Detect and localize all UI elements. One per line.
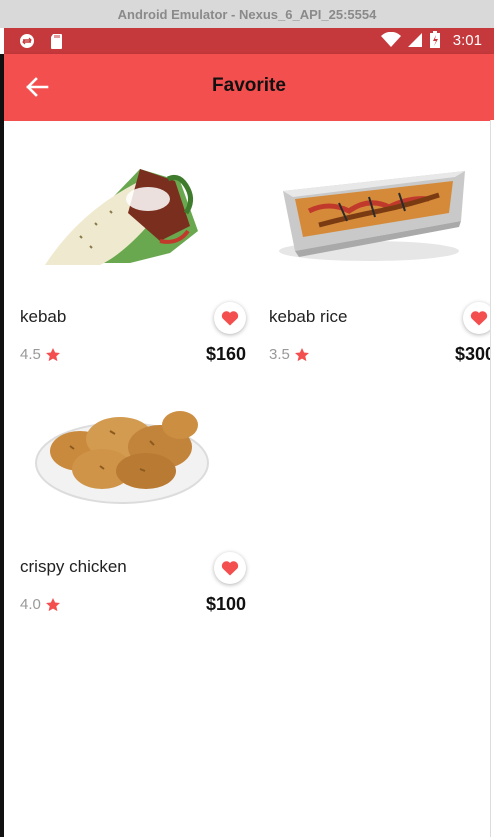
kebab-wrap-image <box>45 169 198 265</box>
food-card[interactable]: crispy chicken 4.0 $100 <box>20 391 246 636</box>
food-card[interactable]: kebab rice 3.5 $300 <box>269 141 494 386</box>
rating: 4.0 <box>20 596 61 613</box>
window-edge <box>490 120 494 837</box>
window-title: Android Emulator - Nexus_6_API_25:5554 <box>0 0 494 28</box>
item-price: $100 <box>205 594 246 614</box>
sync-icon <box>20 34 34 48</box>
star-icon <box>45 597 60 611</box>
clock: 3:01 <box>452 31 482 49</box>
sd-card-icon <box>51 34 62 49</box>
item-price: $160 <box>205 344 246 364</box>
wifi-icon <box>380 32 401 47</box>
item-name: kebab rice <box>269 307 348 326</box>
favorites-grid: kebab 4.5 $160 kebab rice 3.5 $300 crisp… <box>4 121 494 837</box>
battery-icon <box>429 31 440 48</box>
status-bar: 3:01 <box>4 28 494 54</box>
rating-value: 4.0 <box>20 596 41 613</box>
fried-chicken-plate-image <box>35 411 209 504</box>
star-icon <box>45 347 60 361</box>
heart-icon <box>221 311 239 326</box>
signal-icon <box>407 33 422 47</box>
heart-icon <box>470 311 488 326</box>
kebab-rice-tray-image <box>279 171 465 261</box>
favorite-button[interactable] <box>214 552 246 584</box>
star-icon <box>294 347 309 361</box>
favorite-button[interactable] <box>214 302 246 334</box>
item-name: kebab <box>20 307 67 326</box>
food-card[interactable]: kebab 4.5 $160 <box>20 141 246 386</box>
app-bar: Favorite <box>4 54 494 121</box>
heart-icon <box>221 561 239 576</box>
item-price: $300 <box>454 344 494 364</box>
rating: 3.5 <box>269 346 310 363</box>
rating-value: 3.5 <box>269 346 290 363</box>
rating-value: 4.5 <box>20 346 41 363</box>
page-title: Favorite <box>212 75 286 96</box>
item-name: crispy chicken <box>20 557 127 576</box>
rating: 4.5 <box>20 346 61 363</box>
